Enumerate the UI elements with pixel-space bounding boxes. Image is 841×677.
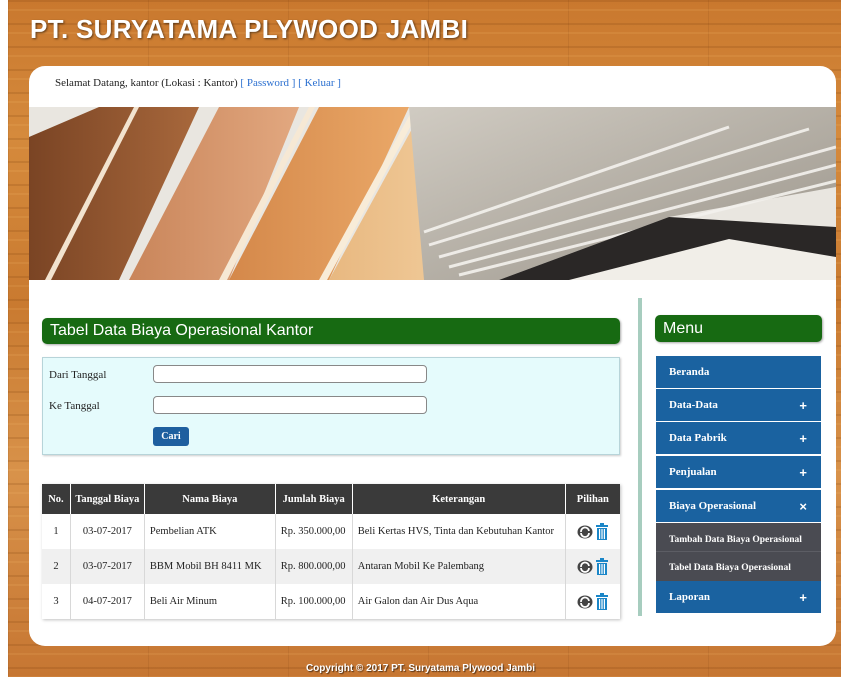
cell-date: 03-07-2017 <box>70 514 145 549</box>
sidebar-item-label: Penjualan <box>669 466 717 478</box>
search-button[interactable]: Cari <box>153 427 189 446</box>
cost-table: No. Tanggal Biaya Nama Biaya Jumlah Biay… <box>42 484 620 619</box>
password-link[interactable]: [ Password ] <box>240 77 295 89</box>
submenu-tabel-biaya[interactable]: Tabel Data Biaya Operasional <box>656 551 821 584</box>
sidebar-item-label: Biaya Operasional <box>669 500 757 512</box>
cell-no: 3 <box>42 584 71 619</box>
from-date-label: Dari Tanggal <box>49 369 107 381</box>
logout-link[interactable]: [ Keluar ] <box>298 77 341 89</box>
welcome-bar: Selamat Datang, kantor (Lokasi : Kantor)… <box>55 77 341 89</box>
cell-actions <box>565 584 620 619</box>
sidebar-item-label: Data Pabrik <box>669 432 727 444</box>
cell-description: Air Galon dan Air Dus Aqua <box>352 584 566 619</box>
col-actions: Pilihan <box>565 484 620 514</box>
cell-description: Antaran Mobil Ke Palembang <box>352 549 566 584</box>
edit-icon[interactable] <box>577 525 593 539</box>
edit-icon[interactable] <box>577 595 593 609</box>
table-header-row: No. Tanggal Biaya Nama Biaya Jumlah Biay… <box>42 484 620 514</box>
col-date: Tanggal Biaya <box>70 484 145 514</box>
cell-no: 1 <box>42 514 71 549</box>
close-icon: × <box>799 498 807 514</box>
cell-name: BBM Mobil BH 8411 MK <box>144 549 276 584</box>
sidebar-item-biaya-operasional[interactable]: Biaya Operasional × <box>656 490 821 523</box>
to-date-input[interactable] <box>153 396 427 414</box>
cell-name: Beli Air Minum <box>144 584 276 619</box>
plus-icon: + <box>799 397 807 413</box>
plywood-banner <box>29 107 836 280</box>
trash-icon[interactable] <box>595 522 609 541</box>
col-name: Nama Biaya <box>144 484 276 514</box>
trash-icon[interactable] <box>595 592 609 611</box>
col-description: Keterangan <box>352 484 566 514</box>
cell-actions <box>565 514 620 549</box>
sidebar-item-label: Beranda <box>669 366 710 378</box>
sidebar-item-data-pabrik[interactable]: Data Pabrik + <box>656 422 821 455</box>
col-no: No. <box>42 484 71 514</box>
sidebar-item-laporan[interactable]: Laporan + <box>656 581 821 614</box>
section-title: Tabel Data Biaya Operasional Kantor <box>42 318 620 344</box>
cell-amount: Rp. 800.000,00 <box>275 549 353 584</box>
sidebar-item-penjualan[interactable]: Penjualan + <box>656 456 821 489</box>
cell-date: 03-07-2017 <box>70 549 145 584</box>
sidebar-item-label: Laporan <box>669 591 710 603</box>
table-row: 1 03-07-2017 Pembelian ATK Rp. 350.000,0… <box>42 514 620 549</box>
footer-copyright: Copyright © 2017 PT. Suryatama Plywood J… <box>305 663 536 674</box>
plywood-banner-image <box>29 107 836 280</box>
from-date-input[interactable] <box>153 365 427 383</box>
column-divider <box>638 298 642 616</box>
cell-description: Beli Kertas HVS, Tinta dan Kebutuhan Kan… <box>352 514 566 549</box>
sidebar-item-data-data[interactable]: Data-Data + <box>656 389 821 422</box>
plus-icon: + <box>799 430 807 446</box>
table-row: 2 03-07-2017 BBM Mobil BH 8411 MK Rp. 80… <box>42 549 620 584</box>
welcome-text: Selamat Datang, kantor (Lokasi : Kantor) <box>55 77 238 89</box>
cell-amount: Rp. 100.000,00 <box>275 584 353 619</box>
cell-actions <box>565 549 620 584</box>
sidebar-item-label: Data-Data <box>669 399 718 411</box>
table-row: 3 04-07-2017 Beli Air Minum Rp. 100.000,… <box>42 584 620 619</box>
plus-icon: + <box>799 464 807 480</box>
site-title: PT. SURYATAMA PLYWOOD JAMBI <box>30 14 469 44</box>
cell-amount: Rp. 350.000,00 <box>275 514 353 549</box>
edit-icon[interactable] <box>577 560 593 574</box>
to-date-label: Ke Tanggal <box>49 400 100 412</box>
trash-icon[interactable] <box>595 557 609 576</box>
plus-icon: + <box>799 589 807 605</box>
cell-date: 04-07-2017 <box>70 584 145 619</box>
cell-name: Pembelian ATK <box>144 514 276 549</box>
col-amount: Jumlah Biaya <box>275 484 353 514</box>
menu-title: Menu <box>655 315 822 342</box>
sidebar-item-beranda[interactable]: Beranda <box>656 356 821 389</box>
cell-no: 2 <box>42 549 71 584</box>
